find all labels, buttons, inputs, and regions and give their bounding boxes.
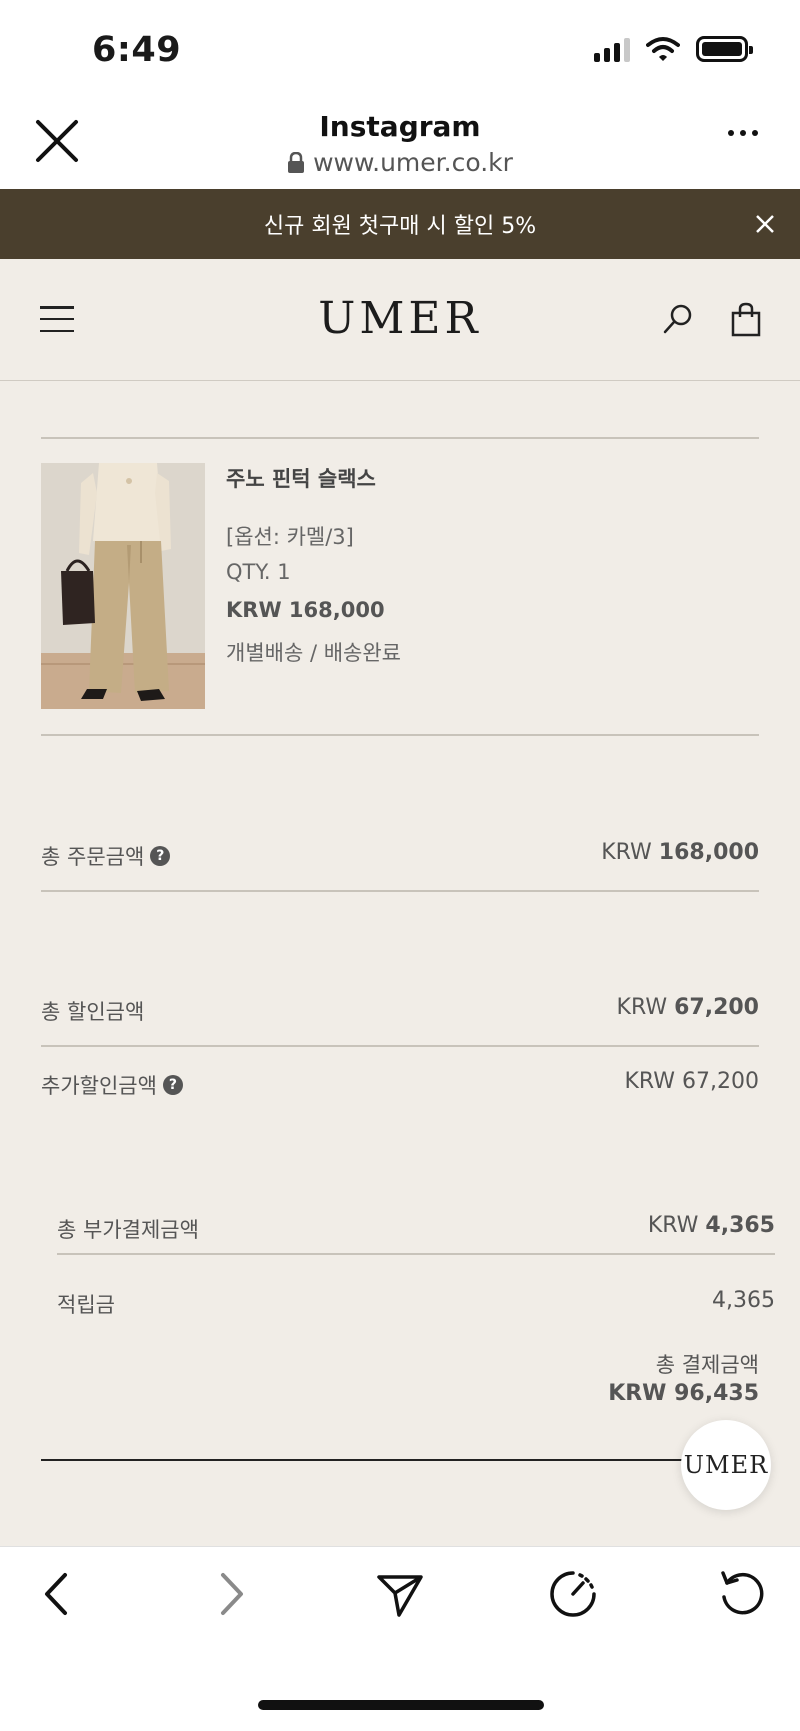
total-payment-value: KRW 96,435 [608, 1381, 759, 1406]
total-discount-label: 총 할인금액 [41, 1000, 145, 1024]
promo-text: 신규 회원 첫구매 시 할인 5% [263, 214, 537, 239]
home-indicator[interactable] [258, 1700, 544, 1710]
status-time: 6:49 [92, 30, 182, 70]
divider [41, 1045, 759, 1047]
total-payment-label: 총 결제금액 [655, 1353, 759, 1377]
product-image[interactable] [41, 463, 205, 709]
reload-icon[interactable] [717, 1569, 767, 1619]
battery-icon [696, 36, 753, 62]
browser-title: Instagram [319, 110, 481, 143]
total-order-label: 총 주문금액 ? [41, 841, 171, 871]
total-order-value: KRW 168,000 [601, 840, 759, 865]
url-bar[interactable]: www.umer.co.kr [0, 148, 800, 177]
browser-header: Instagram www.umer.co.kr [0, 100, 800, 189]
wifi-icon [646, 37, 680, 61]
lock-icon [288, 151, 305, 173]
promo-banner: 신규 회원 첫구매 시 할인 5% [0, 189, 800, 259]
site-page: UMER 주노 핀턱 슬랙스 [옵션: 카멜/3] QTY. 1 KRW 168… [0, 259, 800, 1546]
total-extra-payment-value: KRW 4,365 [647, 1213, 775, 1238]
question-circle-icon[interactable]: ? [150, 846, 171, 866]
divider [57, 1253, 775, 1255]
divider [41, 890, 759, 892]
shipping-status: 개별배송 / 배송완료 [226, 641, 401, 665]
more-icon[interactable] [728, 130, 758, 136]
status-bar: 6:49 [0, 0, 800, 100]
product-name[interactable]: 주노 핀턱 슬랙스 [226, 463, 376, 493]
shopping-bag-icon[interactable] [730, 301, 762, 337]
status-icons [594, 36, 753, 62]
points-value: 4,365 [712, 1288, 775, 1313]
question-circle-icon[interactable]: ? [162, 1075, 183, 1095]
speedometer-icon[interactable] [548, 1569, 598, 1619]
product-option: [옵션: 카멜/3] [226, 525, 354, 549]
umer-chat-button[interactable]: UMER [681, 1420, 771, 1510]
points-label: 적립금 [57, 1293, 115, 1317]
send-icon[interactable] [375, 1569, 425, 1619]
signal-icon [594, 36, 630, 62]
divider [41, 1459, 701, 1461]
search-icon[interactable] [660, 301, 696, 337]
product-price: KRW 168,000 [226, 598, 385, 622]
divider [41, 437, 759, 439]
total-discount-value: KRW 67,200 [616, 995, 759, 1020]
extra-discount-value: KRW 67,200 [624, 1069, 759, 1094]
product-qty: QTY. 1 [226, 560, 291, 584]
close-icon[interactable] [750, 209, 780, 239]
total-extra-payment-label: 총 부가결제금액 [57, 1218, 199, 1242]
divider [41, 734, 759, 736]
chevron-right-icon[interactable] [205, 1569, 255, 1619]
chevron-left-icon[interactable] [33, 1569, 83, 1619]
url-text: www.umer.co.kr [313, 148, 513, 177]
extra-discount-label: 추가할인금액 ? [41, 1070, 183, 1100]
site-nav: UMER [0, 259, 800, 381]
